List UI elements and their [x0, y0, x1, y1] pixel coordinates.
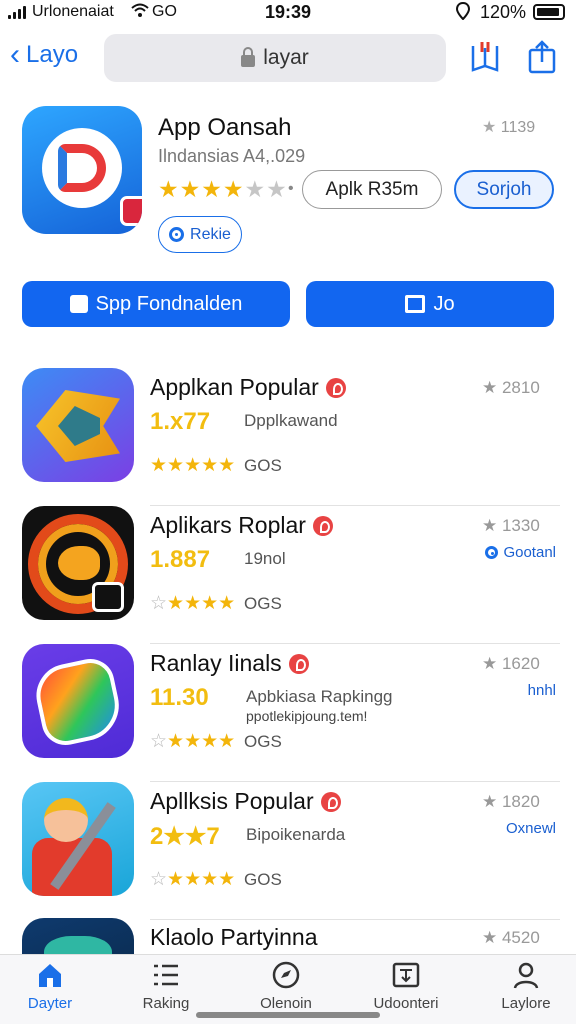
item-rating: 1.x77	[150, 408, 211, 435]
app-icon	[22, 106, 142, 234]
review-button[interactable]: Rekie	[158, 216, 242, 253]
share-button[interactable]	[527, 40, 557, 74]
tab-profile[interactable]: Laylore	[476, 961, 576, 1019]
image-icon	[405, 295, 426, 313]
item-description: Dpplkawand	[244, 411, 338, 430]
tab-label: Raking	[142, 995, 190, 1012]
review-label: Rekie	[190, 225, 231, 243]
app-icon	[22, 368, 134, 482]
app-rank: ★ 1139	[482, 119, 536, 136]
battery-percent: 120%	[480, 2, 527, 22]
tab-ranking[interactable]: Raking	[116, 961, 216, 1019]
tab-label: Udoonteri	[373, 995, 439, 1012]
item-rank: ★ 4520	[482, 928, 540, 947]
item-description: Bipoikenarda	[246, 825, 346, 844]
app-icon	[22, 506, 134, 620]
item-title: Ranlay Iinals	[150, 650, 282, 676]
star-icon: ★	[482, 378, 502, 397]
star-icon: ★	[482, 516, 502, 535]
price-button[interactable]: Aplk R35m	[302, 170, 442, 209]
item-rating: 11.30	[150, 684, 209, 711]
tab-today[interactable]: Dayter	[0, 961, 100, 1019]
list-item[interactable]: Apllksis Popular 2★★7 Bipoikenarda ☆★★★★…	[0, 782, 576, 920]
info-icon	[485, 546, 499, 559]
address-bar[interactable]: layar	[104, 34, 446, 82]
item-description: 19nol	[244, 549, 286, 568]
download-button[interactable]: Spp Fondnalden	[22, 281, 290, 327]
item-url: ppotlekipjoung.tem!	[246, 708, 368, 724]
item-count: OGS	[244, 732, 282, 751]
list-item[interactable]: Ranlay Iinals 11.30 Apbkiasa Rapkingg pp…	[0, 644, 576, 782]
chevron-left-icon: ‹	[10, 38, 20, 71]
app-rating-stars: ★★★★★★	[158, 176, 288, 202]
item-title: Apllksis Popular	[150, 788, 314, 814]
item-tag[interactable]: Oxnewl	[506, 820, 556, 837]
list-icon	[154, 964, 178, 986]
battery-icon	[533, 4, 565, 20]
tab-label: Laylore	[501, 995, 551, 1012]
app-title: App Oansah	[158, 114, 292, 141]
location-badge-icon	[312, 515, 333, 536]
open-button[interactable]: Jo	[306, 281, 554, 327]
location-icon	[455, 1, 471, 25]
item-description: Apbkiasa Rapkingg	[246, 687, 393, 706]
navigation-bar: ‹ Layo layar	[0, 30, 576, 86]
star-icon: ★	[482, 654, 502, 673]
item-rating: 2★★7	[150, 823, 220, 850]
item-title: Applkan Popular	[150, 374, 319, 400]
item-rank: ★ 1820	[482, 792, 540, 811]
item-stars: ☆★★★★	[150, 869, 236, 890]
item-stars: ☆★★★★	[150, 593, 236, 614]
item-rating: 1.887	[150, 546, 211, 573]
item-count: GOS	[244, 870, 282, 889]
location-badge-icon	[320, 791, 341, 812]
item-title: Klaolo Partyinna	[150, 924, 318, 950]
list-item[interactable]: Applkan Popular 1.x77 Dpplkawand ★★★★★ G…	[0, 368, 576, 506]
tab-label: Dayter	[27, 995, 73, 1012]
download-label: Spp Fondnalden	[95, 292, 243, 315]
lock-icon	[241, 47, 256, 67]
compass-icon	[272, 961, 300, 989]
share-icon	[528, 40, 556, 74]
back-button[interactable]: ‹ Layo	[10, 40, 78, 70]
item-rank: ★ 2810	[482, 378, 540, 397]
item-tag[interactable]: hnhl	[528, 682, 556, 699]
back-label: Layo	[26, 41, 79, 68]
bookmark-button[interactable]	[470, 40, 500, 74]
app-icon	[22, 644, 134, 758]
item-count: GOS	[244, 456, 282, 475]
item-tag[interactable]: Gootanl	[485, 544, 556, 561]
list-item[interactable]: Aplikars Roplar 1.887 19nol ☆★★★★ OGS ★ …	[0, 506, 576, 644]
item-stars: ☆★★★★	[150, 731, 236, 752]
status-bar: Urlonenaiat GO 19:39 120%	[0, 0, 576, 26]
info-icon	[169, 227, 185, 242]
tab-updates[interactable]: Udoonteri	[356, 961, 456, 1019]
home-icon	[39, 964, 61, 987]
item-count: OGS	[244, 594, 282, 613]
get-button[interactable]: Sorjoh	[454, 170, 554, 209]
star-icon: ★	[482, 928, 502, 947]
separator-dot: •	[288, 180, 294, 197]
person-icon	[513, 962, 539, 989]
app-icon	[22, 782, 134, 896]
bookmark-icon	[471, 42, 499, 72]
star-icon: ★	[482, 119, 501, 136]
location-badge-icon	[325, 377, 346, 398]
address-text: layar	[263, 46, 309, 69]
item-rank: ★ 1620	[482, 654, 540, 673]
tab-explore[interactable]: Olenoin	[236, 961, 336, 1019]
tab-label: Olenoin	[260, 995, 312, 1012]
item-rank: ★ 1330	[482, 516, 540, 535]
item-title: Aplikars Roplar	[150, 512, 306, 538]
home-indicator[interactable]	[196, 1012, 380, 1018]
open-label: Jo	[433, 292, 455, 315]
star-icon: ★	[482, 792, 502, 811]
location-badge-icon	[288, 653, 309, 674]
download-icon	[392, 962, 420, 988]
item-stars: ★★★★★	[150, 455, 236, 476]
app-subtitle: Ilndansias A4,.029	[158, 146, 306, 166]
bag-icon	[69, 295, 88, 313]
